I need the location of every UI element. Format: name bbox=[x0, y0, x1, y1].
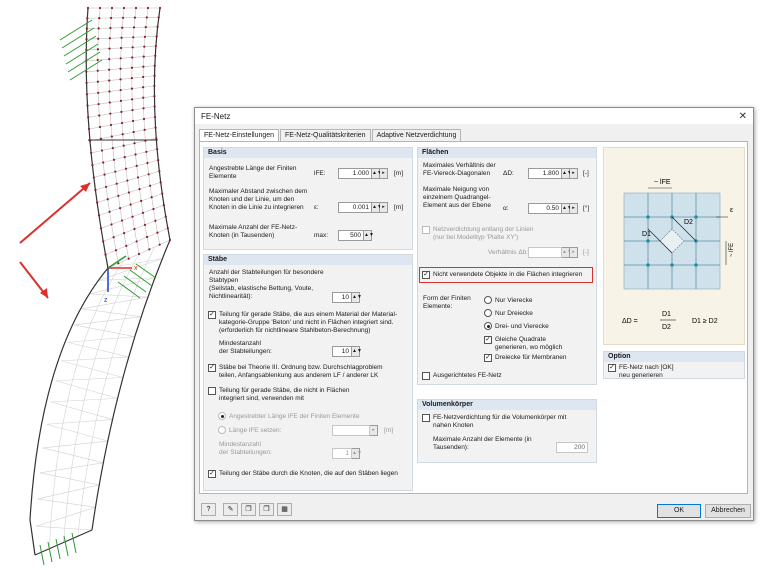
div-count-spinner[interactable]: 10 ▲▼ bbox=[332, 292, 362, 303]
mesh-diagram: ~ lFE ε ~ lFE D1 D2 ΔD = D1 D2 D1 ≥ D2 bbox=[622, 179, 735, 331]
diag-ratio-label: Maximales Verhältnis der FE-Viereck-Diago… bbox=[423, 162, 496, 177]
solid-refinement-checkbox[interactable]: FE-Netzverdichtung für die Volumenkörper… bbox=[422, 414, 566, 430]
diagram-fraction-numerator: D1 bbox=[662, 311, 671, 318]
diagram-d1-label: D1 bbox=[642, 231, 651, 238]
concrete-division-checkbox[interactable]: ✓ Teilung für gerade Stäbe, die aus einem… bbox=[208, 311, 397, 335]
line-refinement-checkbox[interactable]: Netzverdichtung entlang der Linien (nur b… bbox=[422, 226, 533, 242]
min-div-spinner-1[interactable]: 10 ▲▼ bbox=[332, 346, 362, 357]
flaechen-header: Flächen bbox=[418, 148, 596, 158]
diagram-eps-label: ε bbox=[730, 207, 733, 214]
diagram-condition: D1 ≥ D2 bbox=[692, 318, 718, 325]
lfe-spinner[interactable]: 1.000 ▲▼ ▸ bbox=[338, 168, 388, 179]
ok-button[interactable]: OK bbox=[657, 504, 701, 518]
third-order-checkbox[interactable]: ✓ Stäbe bei Theorie III. Ordnung bzw. Dur… bbox=[208, 364, 383, 380]
staebe-group: Stäbe Anzahl der Stabteilungen für beson… bbox=[203, 254, 413, 491]
non-surface-division-checkbox[interactable]: Teilung für gerade Stäbe, die nicht in F… bbox=[208, 387, 349, 403]
membrane-triangles-checkbox[interactable]: ✓ Dreiecke für Membranen bbox=[484, 354, 567, 362]
open-icon[interactable]: ❐ bbox=[241, 503, 256, 516]
min-div-label-1: Mindestanzahl der Stabteilungen: bbox=[219, 340, 272, 355]
aligned-mesh-checkbox[interactable]: Ausgerichtetes FE-Netz bbox=[422, 372, 502, 380]
cancel-button[interactable]: Abbrechen bbox=[705, 504, 751, 518]
mesh-diagram-panel: ~ lFE ε ~ lFE D1 D2 ΔD = D1 D2 D1 ≥ D2 bbox=[603, 147, 745, 345]
lfe-symbol: lFE: bbox=[314, 170, 326, 177]
div-count-label: Anzahl der Stabteilungen für besondere St… bbox=[209, 269, 324, 300]
radio-target-length[interactable]: Angestrebter Länge lFE der Finiten Eleme… bbox=[218, 412, 359, 420]
highlight-frame bbox=[419, 267, 593, 283]
diagram-formula-lhs: ΔD = bbox=[622, 318, 638, 325]
close-icon[interactable]: ✕ bbox=[739, 111, 747, 122]
epsilon-unit: [m] bbox=[394, 204, 404, 211]
support-hatch-bottom bbox=[39, 532, 77, 566]
diagram-d2-label: D2 bbox=[684, 219, 693, 226]
delta-d-spinner[interactable]: 1.800 ▲▼ ▸ bbox=[528, 168, 578, 179]
epsilon-symbol: ε: bbox=[314, 204, 319, 211]
radio-set-length[interactable]: Länge lFE setzen: bbox=[218, 426, 281, 434]
lfe-unit: [m] bbox=[394, 170, 404, 177]
set-length-unit: [m] bbox=[384, 427, 394, 434]
epsilon-spinner[interactable]: 0.001 ▲▼ ▸ bbox=[338, 202, 388, 213]
volumen-header: Volumenkörper bbox=[418, 400, 596, 410]
radio-only-triangles[interactable]: Nur Dreiecke bbox=[484, 309, 533, 317]
mesh-icon[interactable]: ▦ bbox=[277, 503, 292, 516]
basis-distance-label: Maximaler Abstand zwischen dem Knoten und… bbox=[209, 188, 308, 211]
save-icon[interactable]: ❒ bbox=[259, 503, 274, 516]
ratio-label: Verhältnis Δb: bbox=[488, 249, 529, 256]
max-symbol: max: bbox=[314, 232, 329, 239]
regenerate-mesh-checkbox[interactable]: ✓ FE-Netz nach [OK] neu generieren bbox=[608, 364, 674, 380]
diagram-lfe-label: ~ lFE bbox=[654, 179, 671, 186]
alpha-symbol: α: bbox=[503, 205, 509, 212]
dialog-title: FE-Netz bbox=[201, 111, 231, 121]
min-div-spinner-2[interactable]: 1 ▲▼ bbox=[332, 448, 362, 459]
staebe-header: Stäbe bbox=[204, 255, 412, 265]
equal-squares-checkbox[interactable]: ✓ Gleiche Quadrate generieren, wo möglich bbox=[484, 336, 562, 352]
dialog-titlebar: FE-Netz ✕ bbox=[195, 108, 753, 124]
tab-pane: Basis Angestrebte Länge der Finiten Eleme… bbox=[199, 141, 748, 494]
basis-length-label: Angestrebte Länge der Finiten Elemente bbox=[209, 165, 297, 180]
basis-group: Basis Angestrebte Länge der Finiten Eleme… bbox=[203, 147, 413, 250]
basis-header: Basis bbox=[204, 148, 412, 158]
tab-adaptive-netzverdichtung[interactable]: Adaptive Netzverdichtung bbox=[371, 129, 462, 141]
min-div-label-2: Mindestanzahl der Stabteilungen: bbox=[219, 441, 272, 456]
delta-d-unit: [-] bbox=[583, 170, 589, 177]
edit-icon[interactable]: ✎ bbox=[223, 503, 238, 516]
set-length-input[interactable]: ▸ bbox=[332, 425, 378, 436]
ratio-unit: [-] bbox=[583, 249, 589, 256]
alpha-unit: [°] bbox=[583, 205, 590, 212]
help-icon[interactable]: ? bbox=[201, 503, 216, 516]
volumen-group: Volumenkörper FE-Netzverdichtung für die… bbox=[417, 399, 597, 463]
fe-netz-dialog: FE-Netz ✕ FE-Netz-Einstellungen FE-Netz-… bbox=[194, 107, 754, 521]
element-shape-label: Form der Finiten Elemente: bbox=[423, 295, 471, 310]
radio-only-quads[interactable]: Nur Vierecke bbox=[484, 296, 532, 304]
radio-tri-and-quads[interactable]: Drei- und Vierecke bbox=[484, 322, 549, 330]
alpha-spinner[interactable]: 0.50 ▲▼ ▸ bbox=[528, 203, 578, 214]
inclination-label: Maximale Neigung von einzelnem Quadrangel… bbox=[423, 186, 491, 209]
diagram-lfe-vertical: ~ lFE bbox=[729, 243, 735, 257]
tab-fe-netz-qualitaetskriterien[interactable]: FE-Netz-Qualitätskriterien bbox=[280, 129, 371, 141]
flaechen-group: Flächen Maximales Verhältnis der FE-Viere… bbox=[417, 147, 597, 385]
x-axis-label: x bbox=[134, 265, 138, 272]
z-axis-label: z bbox=[104, 297, 108, 304]
delta-d-symbol: ΔD: bbox=[503, 170, 514, 177]
node-division-checkbox[interactable]: ✓ Teilung der Stäbe durch die Knoten, die… bbox=[208, 470, 398, 478]
diagram-fraction-denominator: D2 bbox=[662, 324, 671, 331]
max-nodes-spinner[interactable]: 500 ▲▼ bbox=[338, 230, 374, 241]
max-elements-input[interactable]: 200 bbox=[556, 442, 588, 453]
option-header: Option bbox=[604, 352, 744, 362]
basis-maxnodes-label: Maximale Anzahl der FE-Netz- Knoten (in T… bbox=[209, 224, 298, 239]
max-elements-label: Maximale Anzahl der Elemente (in Tausende… bbox=[433, 436, 532, 451]
option-group: Option ✓ FE-Netz nach [OK] neu generieren bbox=[603, 351, 745, 379]
ratio-spinner[interactable]: ▲▼ ▸ bbox=[528, 247, 578, 258]
